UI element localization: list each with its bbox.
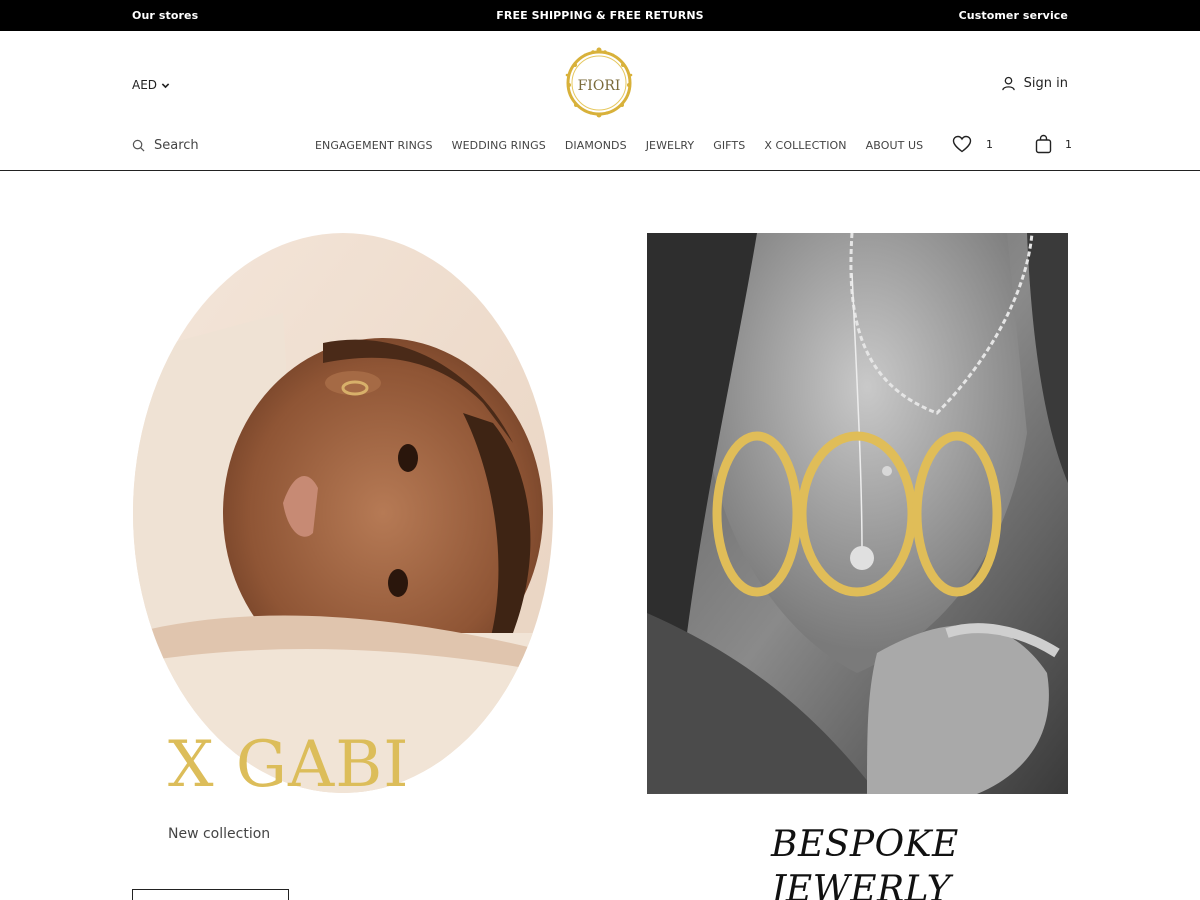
customer-service-link[interactable]: Customer service (959, 9, 1068, 22)
hero-right-title-line2: JEWERLY (771, 869, 951, 900)
shopping-bag-icon (1035, 134, 1052, 154)
wishlist-button[interactable]: 1 (952, 135, 993, 153)
nav-item-x-collection[interactable]: X COLLECTION (764, 139, 846, 152)
nav-item-engagement-rings[interactable]: ENGAGEMENT RINGS (315, 139, 433, 152)
nav-item-about-us[interactable]: ABOUT US (866, 139, 924, 152)
wishlist-count: 1 (986, 137, 993, 151)
x-gabi-hero-image[interactable] (133, 233, 553, 793)
search-placeholder: Search (154, 138, 199, 153)
user-icon (1001, 76, 1015, 91)
fiori-logo[interactable]: FIORI (563, 45, 635, 119)
bespoke-jewelry-image[interactable] (647, 233, 1068, 794)
search-icon (132, 139, 145, 152)
hero-left-title: X GABI (168, 728, 410, 802)
logo-text: FIORI (578, 78, 621, 94)
currency-label: AED (132, 78, 158, 92)
cart-count: 1 (1065, 137, 1072, 151)
nav-item-jewelry[interactable]: JEWELRY (646, 139, 695, 152)
nav-item-wedding-rings[interactable]: WEDDING RINGS (452, 139, 546, 152)
main-navigation: ENGAGEMENT RINGS WEDDING RINGS DIAMONDS … (315, 139, 923, 152)
sign-in-label: Sign in (1023, 76, 1068, 91)
site-header: AED FIORI Sign in Search ENGAGEMENT RING… (0, 31, 1200, 171)
cart-button[interactable]: 1 (1035, 134, 1072, 154)
discover-collection-button[interactable] (132, 889, 289, 900)
heart-icon (952, 135, 972, 153)
hero-left-subtitle: New collection (168, 826, 271, 842)
hero-right-title-line1: BESPOKE (771, 824, 959, 865)
currency-selector[interactable]: AED (132, 78, 170, 92)
search-input[interactable]: Search (132, 138, 199, 153)
sign-in-link[interactable]: Sign in (1001, 76, 1068, 91)
nav-item-gifts[interactable]: GIFTS (713, 139, 745, 152)
nav-item-diamonds[interactable]: DIAMONDS (565, 139, 627, 152)
chevron-down-icon (161, 82, 170, 88)
announcement-bar: Our stores FREE SHIPPING & FREE RETURNS … (0, 0, 1200, 31)
hero-right-title: BESPOKE JEWERLY (771, 822, 959, 900)
